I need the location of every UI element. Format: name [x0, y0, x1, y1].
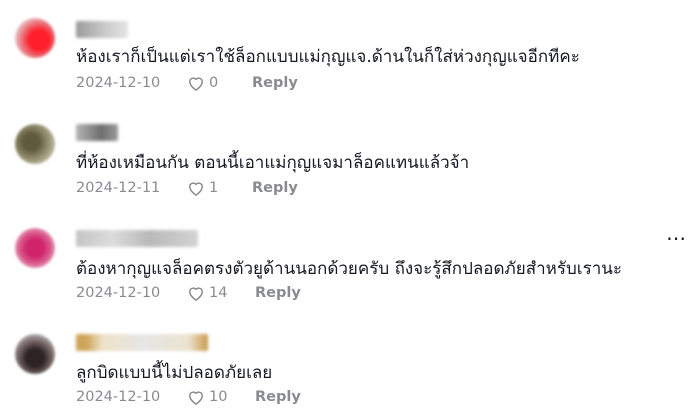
avatar[interactable] — [15, 228, 55, 268]
heart-outline-icon — [189, 77, 203, 91]
comment-meta: 2024-12-10 0 Reply — [76, 73, 298, 93]
like-count: 10 — [209, 389, 228, 405]
like-count: 14 — [209, 285, 228, 301]
comment-item: ลูกบิดแบบนี้ไม่ปลอดภัยเลย 2024-12-10 10 … — [0, 312, 700, 412]
comment-item: ที่ห้องเหมือนกัน ตอนนี้เอาแม่กุญแจมาล็อค… — [0, 104, 700, 204]
like-count: 1 — [209, 180, 219, 196]
username[interactable] — [76, 334, 208, 351]
avatar[interactable] — [15, 334, 55, 374]
comment-item: ห้องเราก็เป็นแต่เราใช้ล็อกแบบแม่กุญแจ.ด้… — [0, 0, 700, 100]
comment-date: 2024-12-10 — [76, 285, 161, 301]
comment-text: ห้องเราก็เป็นแต่เราใช้ล็อกแบบแม่กุญแจ.ด้… — [76, 47, 580, 67]
reply-button[interactable]: Reply — [255, 389, 301, 405]
reply-button[interactable]: Reply — [255, 285, 301, 301]
comment-text: ต้องหากุญแจล็อคตรงตัวยูด้านนอกด้วยครับ ถ… — [76, 259, 622, 279]
reply-button[interactable]: Reply — [252, 180, 298, 196]
like-button[interactable]: 10 — [186, 387, 255, 407]
ellipsis-icon: ⋯ — [666, 226, 688, 250]
comment-text: ลูกบิดแบบนี้ไม่ปลอดภัยเลย — [76, 363, 273, 383]
more-options-button[interactable]: ⋯ — [666, 228, 688, 248]
reply-button[interactable]: Reply — [252, 75, 298, 91]
comment-item: ต้องหากุญแจล็อคตรงตัวยูด้านนอกด้วยครับ ถ… — [0, 208, 700, 308]
username[interactable] — [76, 21, 128, 38]
avatar[interactable] — [15, 124, 55, 164]
comment-meta: 2024-12-10 14 Reply — [76, 283, 301, 303]
like-count: 0 — [209, 75, 219, 91]
like-button[interactable]: 1 — [186, 178, 252, 198]
comment-meta: 2024-12-10 10 Reply — [76, 387, 301, 407]
heart-outline-icon — [189, 391, 203, 405]
avatar[interactable] — [15, 18, 55, 58]
comment-date: 2024-12-10 — [76, 389, 161, 405]
like-button[interactable]: 14 — [186, 283, 255, 303]
comment-date: 2024-12-11 — [76, 180, 161, 196]
comment-meta: 2024-12-11 1 Reply — [76, 178, 298, 198]
heart-outline-icon — [189, 182, 203, 196]
username[interactable] — [76, 230, 198, 247]
comment-date: 2024-12-10 — [76, 75, 161, 91]
like-button[interactable]: 0 — [186, 73, 252, 93]
comment-text: ที่ห้องเหมือนกัน ตอนนี้เอาแม่กุญแจมาล็อค… — [76, 153, 470, 173]
heart-outline-icon — [189, 287, 203, 301]
username[interactable] — [76, 124, 118, 141]
